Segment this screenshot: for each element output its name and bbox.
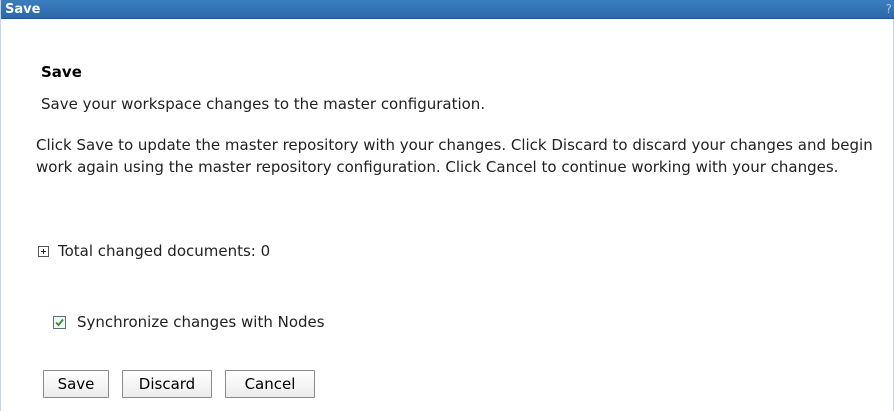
changed-documents-label: Total changed documents: 0 <box>58 242 271 260</box>
discard-button[interactable]: Discard <box>122 370 212 398</box>
save-dialog: Save ? Save Save your workspace changes … <box>0 0 894 411</box>
synchronize-label: Synchronize changes with Nodes <box>77 313 325 331</box>
titlebar: Save ? <box>1 0 894 19</box>
synchronize-checkbox[interactable] <box>53 315 66 329</box>
section-heading: Save <box>41 63 82 81</box>
plus-box-icon[interactable] <box>38 245 49 257</box>
changed-documents-row: Total changed documents: 0 <box>38 242 270 260</box>
help-icon[interactable]: ? <box>886 1 892 18</box>
window-title: Save <box>5 2 41 17</box>
button-bar: Save Discard Cancel <box>43 370 315 398</box>
synchronize-option: Synchronize changes with Nodes <box>53 313 325 331</box>
instructions-text: Click Save to update the master reposito… <box>36 136 873 176</box>
checkmark-icon <box>55 318 64 326</box>
save-button[interactable]: Save <box>43 370 109 398</box>
section-description: Save your workspace changes to the maste… <box>41 95 486 113</box>
cancel-button[interactable]: Cancel <box>225 370 315 398</box>
